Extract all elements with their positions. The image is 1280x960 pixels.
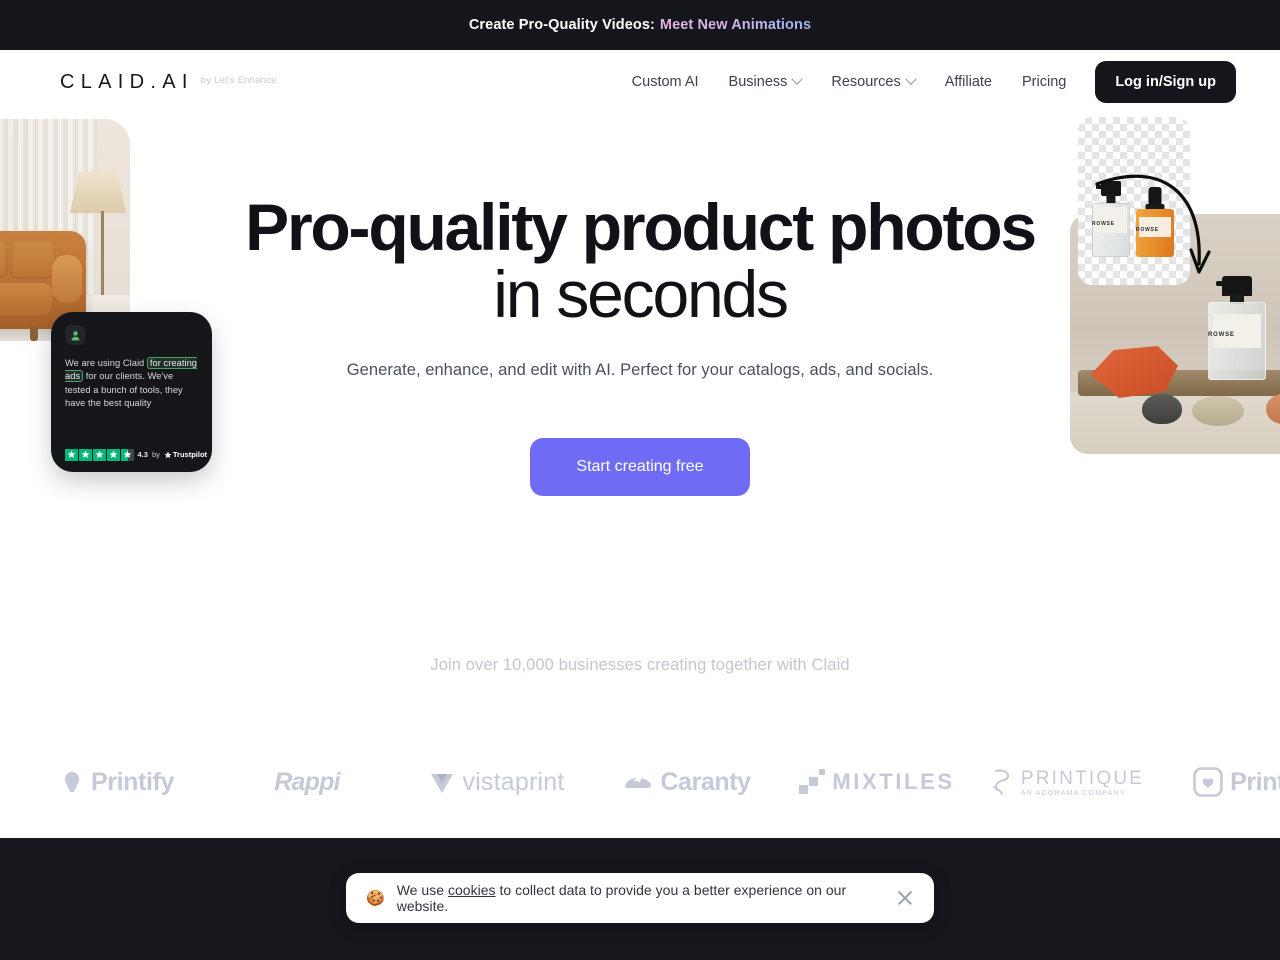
before-product-image: ROWSE ROWSE <box>1078 117 1190 285</box>
testimonial-card: We are using Claid for creating ads for … <box>51 312 212 472</box>
vistaprint-mark-icon <box>431 774 454 793</box>
avatar <box>65 325 85 345</box>
product-bottle-clear-small: ROWSE <box>1092 181 1130 257</box>
logo-label: MIXTILES <box>832 769 955 794</box>
page-root: Create Pro-Quality Videos: Meet New Anim… <box>0 0 1280 960</box>
star-rating <box>65 448 134 461</box>
nav-item-custom-ai[interactable]: Custom AI <box>617 66 714 98</box>
nav-label: Pricing <box>1022 74 1067 90</box>
cookie-text: We use cookies to collect data to provid… <box>397 882 882 914</box>
nav-item-pricing[interactable]: Pricing <box>1007 66 1081 98</box>
announcement-link[interactable]: Meet New Animations <box>660 17 811 33</box>
nav-label: Affiliate <box>944 74 992 90</box>
product-bottle-orange-small: ROWSE <box>1136 187 1174 257</box>
caranty-mark-icon <box>625 776 652 788</box>
rating-score: 4.3 <box>137 450 148 460</box>
start-creating-free-button[interactable]: Start creating free <box>530 437 750 496</box>
cookie-icon: 🍪 <box>366 889 385 907</box>
star-half-icon <box>121 448 134 461</box>
logo-label: Printify <box>91 767 174 796</box>
main-nav: Custom AI Business Resources Affiliate P… <box>617 61 1236 103</box>
social-proof-text: Join over 10,000 businesses creating tog… <box>430 656 850 674</box>
bottle-brand-text: ROWSE <box>1136 227 1159 233</box>
announcement-banner[interactable]: Create Pro-Quality Videos: Meet New Anim… <box>0 0 1280 50</box>
nav-label: Business <box>728 74 788 90</box>
nav-item-affiliate[interactable]: Affiliate <box>930 66 1007 98</box>
logo-label: PRINTIQUE <box>1020 767 1145 789</box>
logo-label: Caranty <box>660 767 751 796</box>
site-header: CLAID.AI by Let's Enhance Custom AI Busi… <box>0 50 1280 114</box>
bottle-brand-text: ROWSE <box>1092 221 1115 227</box>
logo-printify[interactable]: Printify <box>22 768 212 797</box>
hero-section: We are using Claid for creating ads for … <box>0 114 1280 634</box>
logo-mixtiles[interactable]: MIXTILES <box>782 769 972 795</box>
star-icon <box>79 448 92 461</box>
testimonial-text-before: We are using Claid <box>65 358 147 368</box>
login-signup-button[interactable]: Log in/Sign up <box>1095 61 1236 103</box>
brand-logo[interactable]: CLAID.AI by Let's Enhance <box>60 71 277 94</box>
cookie-policy-link[interactable]: cookies <box>448 882 496 898</box>
trustpilot-logo: Trustpilot <box>164 450 207 459</box>
chevron-down-icon <box>791 73 804 85</box>
nav-item-business[interactable]: Business <box>714 66 817 98</box>
trustpilot-label: Trustpilot <box>172 450 208 460</box>
logo-label: vistaprint <box>462 767 565 796</box>
bottle-label <box>1095 207 1127 233</box>
nav-item-resources[interactable]: Resources <box>816 66 929 98</box>
rating-by-label: by <box>151 450 160 460</box>
close-icon[interactable] <box>894 887 916 909</box>
nav-label: Resources <box>831 74 901 90</box>
logo-printique[interactable]: PRINTIQUE AN ADORAMA COMPANY <box>972 767 1162 797</box>
trustpilot-star-icon <box>164 451 172 458</box>
nav-label: Custom AI <box>631 74 699 90</box>
client-logos-row: Printify Rappi vistaprint Caranty MIXTIL… <box>0 747 1280 817</box>
logo-rappi[interactable]: Rappi <box>212 768 402 797</box>
testimonial-text-after: for our clients. We've tested a bunch of… <box>65 371 183 409</box>
logo-caranty[interactable]: Caranty <box>592 768 782 797</box>
mixtiles-mark-icon <box>799 769 826 795</box>
trustpilot-rating: 4.3 by Trustpilot <box>65 448 207 461</box>
logo-label: Printiful <box>1230 767 1280 796</box>
logo-vistaprint[interactable]: vistaprint <box>402 768 592 797</box>
brand-subtitle: by Let's Enhance <box>200 74 277 86</box>
brand-name: CLAID.AI <box>60 70 194 93</box>
cookie-consent-banner: 🍪 We use cookies to collect data to prov… <box>346 873 934 923</box>
printiful-mark-icon <box>1193 767 1223 797</box>
star-icon <box>93 448 106 461</box>
bottle-neck <box>1106 194 1116 203</box>
logo-printiful[interactable]: Printiful <box>1162 767 1280 797</box>
logo-sublabel: AN ADORAMA COMPANY <box>1020 789 1126 797</box>
testimonial-text: We are using Claid for creating ads for … <box>65 357 198 411</box>
star-icon <box>107 448 120 461</box>
star-icon <box>65 448 78 461</box>
announcement-lead: Create Pro-Quality Videos: <box>468 17 655 33</box>
printify-mark-icon <box>65 772 80 792</box>
cookie-text-before: We use <box>396 882 448 898</box>
chevron-down-icon <box>905 73 917 85</box>
printique-mark-icon <box>992 769 1009 795</box>
logo-label: Rappi <box>274 767 340 796</box>
